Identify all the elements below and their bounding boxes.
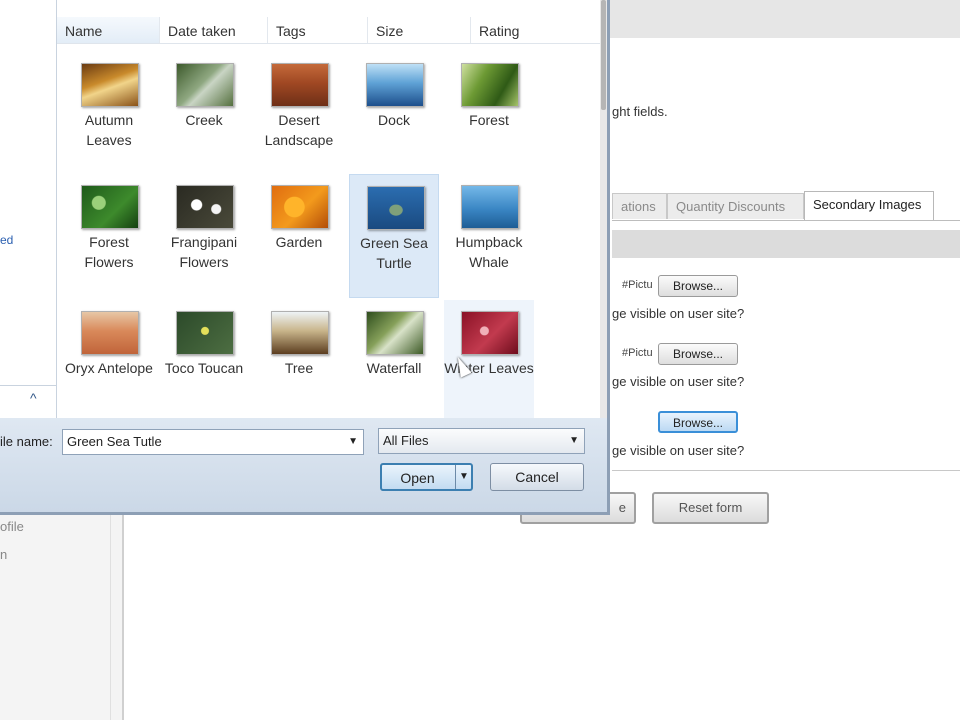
browse-button-1[interactable]: Browse... (658, 275, 738, 297)
file-name-label: Creek (185, 112, 223, 128)
file-item[interactable]: Autumn Leaves (64, 52, 154, 176)
file-thumbnail (366, 311, 424, 355)
file-item[interactable]: Frangipani Flowers (159, 174, 249, 298)
file-item[interactable]: Oryx Antelope (64, 300, 154, 424)
tab-secondary-images[interactable]: Secondary Images (804, 191, 934, 221)
file-item[interactable]: Humpback Whale (444, 174, 534, 298)
chevron-up-icon[interactable]: ^ (30, 390, 37, 406)
chevron-down-icon[interactable]: ▼ (569, 429, 579, 453)
column-rating[interactable]: Rating (471, 17, 600, 43)
open-button-label: Open (400, 470, 435, 486)
file-thumbnail (176, 185, 234, 229)
image-path-text: #Pictu (622, 347, 653, 359)
image-path-text: #Pictu (622, 279, 653, 291)
image-visible-label-2: ge visible on user site? (612, 374, 745, 389)
file-name-label: Humpback Whale (455, 234, 523, 270)
column-name[interactable]: Name (57, 17, 160, 43)
file-thumbnail (271, 185, 329, 229)
sidebar-item[interactable]: ofile (0, 519, 24, 534)
file-item[interactable]: Tree (254, 300, 344, 424)
file-item[interactable]: Toco Toucan (159, 300, 249, 424)
page-hint-text: ght fields. (612, 104, 668, 119)
file-type-value: All Files (383, 433, 429, 448)
file-name-value: Green Sea Tutle (67, 434, 162, 449)
file-type-filter[interactable]: All Files ▼ (378, 428, 585, 454)
file-open-dialog: ed ^ Name Date taken Tags Size Rating Au… (0, 0, 610, 515)
file-name-label: Oryx Antelope (65, 360, 153, 376)
column-size[interactable]: Size (368, 17, 471, 43)
chevron-down-icon[interactable]: ▼ (348, 430, 358, 454)
file-thumbnail (81, 311, 139, 355)
column-tags[interactable]: Tags (268, 17, 368, 43)
file-name-label: Dock (378, 112, 410, 128)
sidebar-divider (110, 505, 111, 720)
file-name-label: Tree (284, 360, 314, 376)
file-thumbnail (366, 63, 424, 107)
file-name-label: Waterfall (366, 360, 422, 376)
file-thumbnail (461, 63, 519, 107)
column-header-row: Name Date taken Tags Size Rating (57, 17, 600, 44)
cancel-button[interactable]: Cancel (490, 463, 584, 491)
page-top-bar (600, 0, 960, 38)
file-thumbnail (461, 185, 519, 229)
file-name-label: Desert Landscape (264, 112, 334, 148)
file-item[interactable]: Desert Landscape (254, 52, 344, 176)
page-left-sidebar: ofile n (0, 505, 124, 720)
file-thumbnail (271, 63, 329, 107)
image-visible-label-3: ge visible on user site? (612, 443, 745, 458)
scrollbar-thumb[interactable] (601, 0, 606, 110)
file-thumbnail (176, 311, 234, 355)
file-item[interactable]: Garden (254, 174, 344, 298)
form-divider (612, 470, 960, 471)
file-item[interactable]: Dock (349, 52, 439, 176)
file-thumbnail (176, 63, 234, 107)
file-thumbnail (81, 185, 139, 229)
tab-divider (612, 220, 960, 221)
file-item[interactable]: Green Sea Turtle (349, 174, 439, 298)
tab-variations[interactable]: ations (612, 193, 667, 219)
file-thumbnail (271, 311, 329, 355)
file-item[interactable]: Waterfall (349, 300, 439, 424)
file-name-label: Frangipani Flowers (170, 234, 238, 270)
open-options-chevron-down-icon[interactable]: ▼ (455, 465, 472, 489)
column-date-taken[interactable]: Date taken (160, 17, 268, 43)
sidebar-item[interactable]: n (0, 547, 7, 562)
file-name-label: Forest (469, 112, 509, 128)
reset-form-button[interactable]: Reset form (652, 492, 769, 524)
file-name-label: Toco Toucan (164, 360, 244, 376)
navigation-pane: ed ^ (0, 0, 57, 418)
browse-button-3[interactable]: Browse... (658, 411, 738, 433)
nav-divider (0, 385, 56, 386)
tab-quantity-discounts[interactable]: Quantity Discounts (667, 193, 804, 219)
tab-section-band (612, 230, 960, 258)
file-item[interactable]: Forest (444, 52, 534, 176)
file-name-label: Garden (275, 234, 323, 250)
file-thumbnail (367, 186, 425, 230)
file-name-label: Green Sea Turtle (360, 235, 428, 271)
nav-link[interactable]: ed (0, 233, 13, 247)
file-thumbnail (461, 311, 519, 355)
file-item[interactable]: Creek (159, 52, 249, 176)
file-name-label: Autumn Leaves (84, 112, 134, 148)
file-thumbnail (81, 63, 139, 107)
image-visible-label-1: ge visible on user site? (612, 306, 745, 321)
file-name-input[interactable]: Green Sea Tutle ▼ (62, 429, 364, 455)
file-name-label: Forest Flowers (84, 234, 134, 270)
file-name-label: ile name: (0, 434, 53, 449)
browse-button-2[interactable]: Browse... (658, 343, 738, 365)
vertical-scrollbar[interactable] (600, 0, 607, 418)
file-item[interactable]: Forest Flowers (64, 174, 154, 298)
